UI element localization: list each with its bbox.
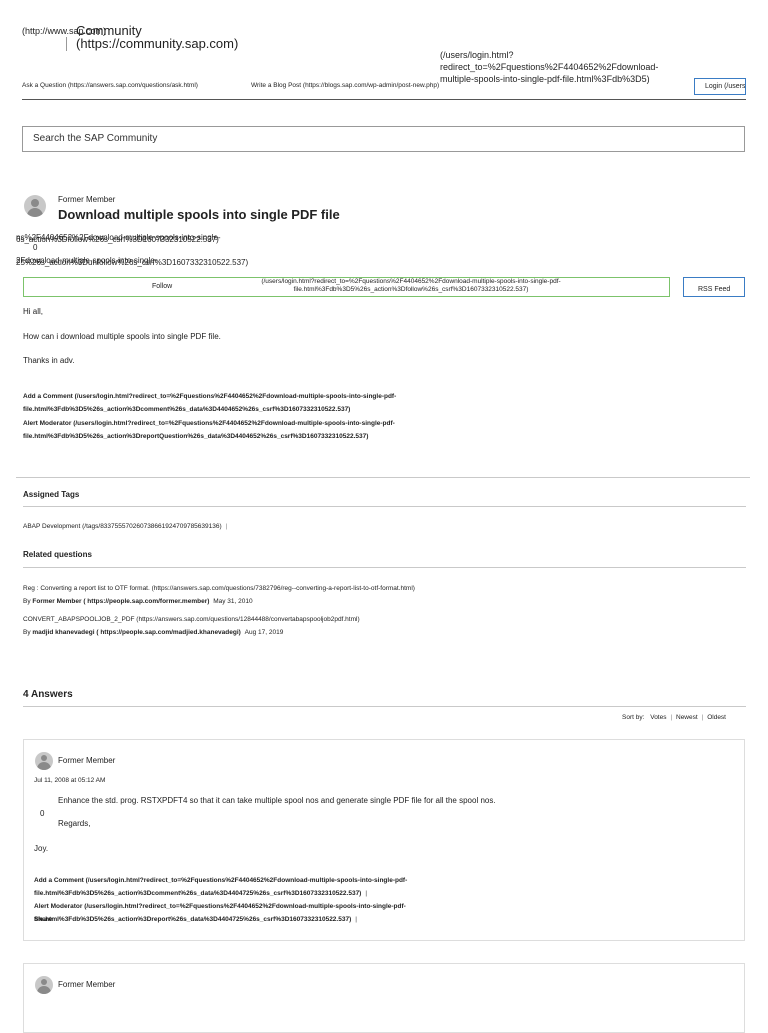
- search-input[interactable]: Search the SAP Community: [22, 126, 745, 152]
- login-suffix: (/users: [724, 83, 746, 90]
- answer-alert-moderator-link[interactable]: Alert Moderator (/users/login.html?redir…: [34, 887, 554, 926]
- alert-moderator-text: Alert Moderator (/users/login.html?redir…: [34, 903, 406, 923]
- answers-rule: [23, 706, 746, 707]
- related-author-link[interactable]: madjid khanevadegi ( https://people.sap.…: [32, 629, 240, 636]
- community-url[interactable]: (https://community.sap.com): [76, 36, 238, 51]
- related-author-link[interactable]: Former Member ( https://people.sap.com/f…: [32, 598, 209, 605]
- write-blog-link[interactable]: Write a Blog Post (https://blogs.sap.com…: [251, 82, 439, 89]
- answers-heading: 4 Answers: [23, 689, 73, 700]
- by-label: By: [23, 598, 31, 605]
- answer-signature: Joy.: [34, 844, 49, 853]
- login-label: Login: [705, 83, 723, 90]
- header-divider: [66, 37, 67, 51]
- tag-item[interactable]: ABAP Development (/tags/8337555702607386…: [23, 523, 227, 530]
- related-question-1-byline: By Former Member ( https://people.sap.co…: [23, 598, 253, 605]
- sort-label: Sort by:: [622, 714, 645, 721]
- section-divider: [16, 477, 750, 478]
- search-placeholder: Search the SAP Community: [33, 133, 158, 144]
- question-body-line-2: How can i download multiple spools into …: [23, 332, 221, 341]
- header-rule: [22, 99, 746, 100]
- related-rule: [23, 567, 746, 568]
- ask-question-link[interactable]: Ask a Question (https://answers.sap.com/…: [22, 82, 198, 89]
- question-author[interactable]: Former Member: [58, 195, 115, 204]
- answer-regards: Regards,: [58, 819, 91, 828]
- rss-feed-button[interactable]: RSS Feed: [683, 277, 745, 297]
- related-question-2-byline: By madjid khanevadegi ( https://people.s…: [23, 629, 283, 636]
- question-body-line-3: Thanks in adv.: [23, 356, 75, 365]
- answer-card: [23, 963, 745, 1033]
- avatar: [35, 976, 53, 994]
- question-meta-zero: 0: [33, 243, 38, 252]
- by-label: By: [23, 629, 31, 636]
- sort-oldest[interactable]: Oldest: [707, 714, 726, 721]
- login-redirect-link[interactable]: (/users/login.html? redirect_to=%2Fquest…: [440, 49, 730, 85]
- related-date: Aug 17, 2019: [244, 629, 284, 636]
- answer-date: Jul 11, 2008 at 05:12 AM: [34, 777, 106, 784]
- alert-moderator-link[interactable]: Alert Moderator (/users/login.html?redir…: [23, 417, 523, 443]
- related-questions-heading: Related questions: [23, 550, 92, 559]
- sort-separator: |: [701, 714, 704, 721]
- related-date: May 31, 2010: [213, 598, 253, 605]
- add-comment-link[interactable]: Add a Comment (/users/login.html?redirec…: [23, 390, 523, 416]
- sort-newest[interactable]: Newest: [676, 714, 698, 721]
- separator: |: [355, 916, 358, 923]
- related-question-1-title[interactable]: Reg : Converting a report list to OTF fo…: [23, 585, 415, 592]
- tag-separator: |: [225, 523, 228, 530]
- answer-vote-count: 0: [40, 809, 45, 818]
- sort-bar: Sort by: Votes | Newest | Oldest: [622, 714, 726, 721]
- sort-votes[interactable]: Votes: [650, 714, 666, 721]
- answer-author[interactable]: Former Member: [58, 756, 115, 765]
- tag-label: ABAP Development (/tags/8337555702607386…: [23, 523, 222, 530]
- answer-body: Enhance the std. prog. RSTXPDFT4 so that…: [58, 796, 496, 805]
- answer-author[interactable]: Former Member: [58, 980, 115, 989]
- question-meta-line2-overlay: 25%26s_action%3Dunfollow%26s_csrf%3D1607…: [16, 258, 249, 267]
- follow-label: Follow: [152, 283, 173, 290]
- sort-separator: |: [670, 714, 673, 721]
- question-meta-line1-overlay: 6s_action%3Dfollow%26s_csrf%3D1607332310…: [16, 235, 219, 244]
- follow-url: (/users/login.html?redirect_to=%2Fquesti…: [261, 278, 561, 293]
- share-link[interactable]: Share: [34, 916, 52, 923]
- avatar: [35, 752, 53, 770]
- follow-button[interactable]: Follow (/users/login.html?redirect_to=%2…: [23, 277, 670, 297]
- avatar: [24, 195, 46, 217]
- page-title: Download multiple spools into single PDF…: [58, 207, 340, 222]
- login-button[interactable]: Login (/users: [694, 78, 746, 95]
- related-question-2-title[interactable]: CONVERT_ABAPSPOOLJOB_2_PDF (https://answ…: [23, 616, 360, 623]
- question-body-line-1: Hi all,: [23, 307, 44, 316]
- tags-rule: [23, 506, 746, 507]
- assigned-tags-heading: Assigned Tags: [23, 490, 80, 499]
- rss-label: RSS Feed: [698, 286, 731, 293]
